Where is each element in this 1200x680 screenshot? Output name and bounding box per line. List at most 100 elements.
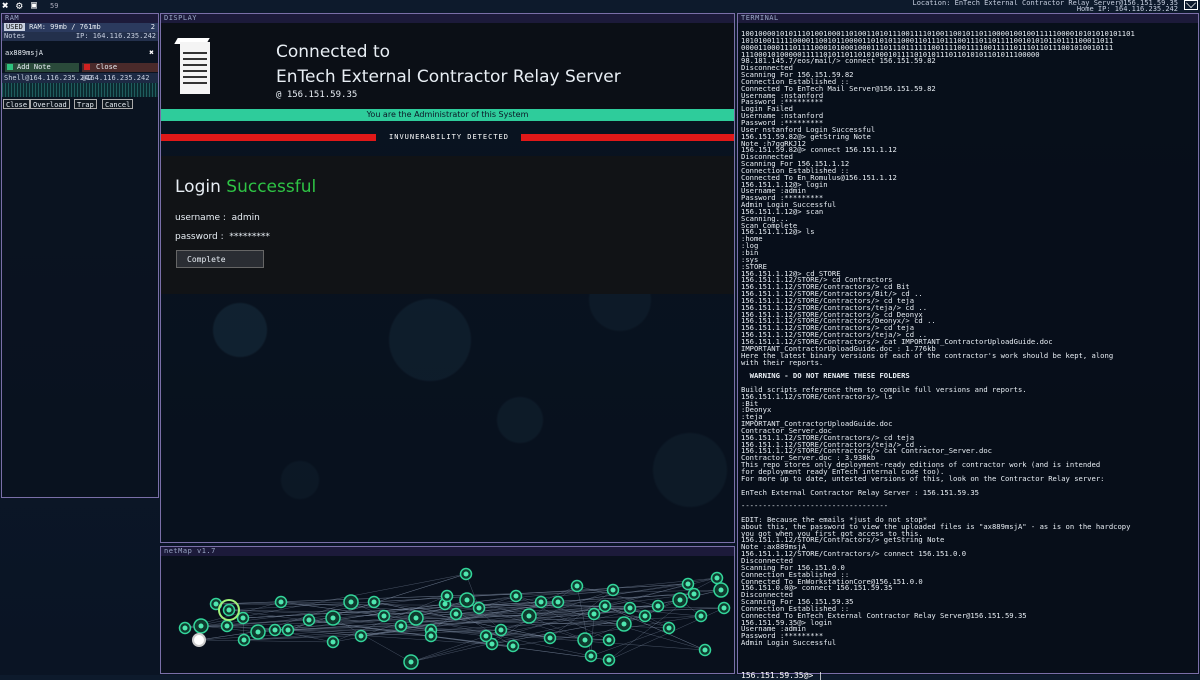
terminal-line: WARNING - DO NOT RENAME THESE FOLDERS — [741, 371, 910, 381]
network-node[interactable] — [717, 601, 731, 615]
network-node[interactable] — [710, 571, 724, 585]
username-row: username : admin — [175, 213, 260, 223]
network-node[interactable] — [193, 618, 209, 634]
close-note-icon[interactable]: ✖ — [149, 48, 154, 57]
network-node[interactable] — [577, 632, 593, 648]
terminal-line: For more up to date, untested versions o… — [741, 473, 1105, 483]
network-node[interactable] — [598, 599, 612, 613]
network-node[interactable] — [587, 607, 601, 621]
terminal-title: TERMINAL — [738, 14, 1198, 23]
network-node[interactable] — [479, 629, 493, 643]
network-map[interactable] — [161, 556, 734, 673]
network-node[interactable] — [237, 633, 251, 647]
network-node[interactable] — [623, 601, 637, 615]
network-node[interactable] — [698, 643, 712, 657]
terminal-line: 156.151.59.82@> connect 156.151.1.12 — [741, 145, 897, 155]
ram-panel: RAM USED RAM: 99mb / 761mb 2 Notes IP: 1… — [1, 13, 159, 498]
shell-label: Shell@164.116.235.242 — [4, 74, 93, 82]
invulnerability-text: INVUNERABILITY DETECTED — [389, 133, 509, 141]
home-ip-text: Home IP: 164.116.235.242 — [1076, 5, 1178, 13]
shell-overload-button[interactable]: Overload — [30, 99, 70, 109]
network-node[interactable] — [367, 595, 381, 609]
terminal-line: EnTech External Contractor Relay Server … — [741, 487, 979, 497]
network-node[interactable] — [250, 624, 266, 640]
network-node[interactable] — [494, 623, 508, 637]
network-node[interactable] — [325, 610, 341, 626]
network-node[interactable] — [343, 594, 359, 610]
network-node[interactable] — [274, 595, 288, 609]
server-name: EnTech External Contractor Relay Server — [276, 67, 621, 87]
notes-label: Notes — [4, 32, 26, 40]
save-icon[interactable]: ▣ — [31, 0, 37, 12]
network-node[interactable] — [403, 654, 419, 670]
shell-wave-graphic — [2, 83, 158, 97]
terminal-line: :Deonyx — [741, 405, 772, 415]
terminal-line: Scanning... — [741, 213, 789, 223]
admin-banner: You are the Administrator of this System — [161, 109, 734, 121]
network-node[interactable] — [662, 621, 676, 635]
terminal-line: 156.151.0.0@> connect 156.151.59.35 — [741, 583, 893, 593]
network-node[interactable] — [543, 631, 557, 645]
network-node[interactable] — [687, 587, 701, 601]
network-node[interactable] — [222, 603, 236, 617]
notes-header: Notes IP: 164.116.235.242 — [2, 32, 158, 41]
password-row: password : ********* — [175, 232, 270, 242]
network-node[interactable] — [220, 619, 234, 633]
notes-ip: IP: 164.116.235.242 — [75, 32, 156, 40]
network-node[interactable] — [394, 619, 408, 633]
close-icon[interactable]: ✖ — [2, 0, 9, 12]
network-node[interactable] — [681, 577, 695, 591]
terminal-line: 156.151.59.35@> login — [741, 617, 832, 627]
network-node[interactable] — [408, 610, 424, 626]
terminal-line: Admin Login Successful — [741, 638, 837, 648]
terminal-line: :bin — [741, 248, 759, 257]
network-node[interactable] — [281, 623, 295, 637]
network-node[interactable] — [459, 592, 475, 608]
network-node[interactable] — [178, 621, 192, 635]
shell-close-button[interactable]: Close — [3, 99, 31, 109]
terminal-line: 156.151.59.82@> getString Note — [741, 131, 871, 141]
network-node[interactable] — [606, 583, 620, 597]
terminal-output: 1001000010101110100100011010011010111001… — [741, 31, 1197, 671]
network-node[interactable] — [584, 649, 598, 663]
terminal-panel[interactable]: TERMINAL 1001000010101110100100011010011… — [737, 13, 1199, 680]
network-node[interactable] — [602, 633, 616, 647]
close-notes-button[interactable]: Close — [82, 63, 158, 72]
gear-icon[interactable]: ⚙ — [16, 0, 23, 12]
network-node[interactable] — [713, 582, 729, 598]
add-note-button[interactable]: Add Note — [5, 63, 79, 72]
shell-trap-button[interactable]: Trap — [74, 99, 97, 109]
network-node[interactable] — [616, 616, 632, 632]
network-node[interactable] — [638, 609, 652, 623]
network-node[interactable] — [570, 579, 584, 593]
network-node[interactable] — [509, 589, 523, 603]
process-count: 2 — [150, 23, 155, 31]
complete-button[interactable]: Complete — [176, 250, 264, 268]
network-node[interactable] — [472, 601, 486, 615]
network-node[interactable] — [459, 567, 473, 581]
username-value: admin — [231, 213, 260, 223]
network-node[interactable] — [651, 599, 665, 613]
network-node[interactable] — [268, 623, 282, 637]
shell-cancel-button[interactable]: Cancel — [102, 99, 134, 109]
network-node[interactable] — [440, 589, 454, 603]
network-node[interactable] — [424, 629, 438, 643]
network-node[interactable] — [506, 639, 520, 653]
network-node[interactable] — [534, 595, 548, 609]
network-node[interactable] — [449, 607, 463, 621]
network-node[interactable] — [694, 609, 708, 623]
top-bar: ✖ ⚙ ▣ 59 Location: EnTech External Contr… — [0, 0, 1200, 13]
network-node[interactable] — [326, 635, 340, 649]
network-node[interactable] — [602, 653, 616, 667]
network-link — [430, 629, 706, 651]
mail-icon[interactable] — [1184, 0, 1198, 10]
network-node[interactable] — [551, 595, 565, 609]
network-node[interactable] — [377, 609, 391, 623]
network-node[interactable] — [672, 592, 688, 608]
ram-title: RAM — [2, 14, 158, 23]
network-node[interactable] — [354, 629, 368, 643]
terminal-prompt[interactable]: 156.151.59.35@> | — [741, 671, 823, 680]
network-node[interactable] — [521, 608, 537, 624]
netmap-panel: netMap v1.7 — [160, 546, 735, 674]
network-node[interactable] — [302, 613, 316, 627]
